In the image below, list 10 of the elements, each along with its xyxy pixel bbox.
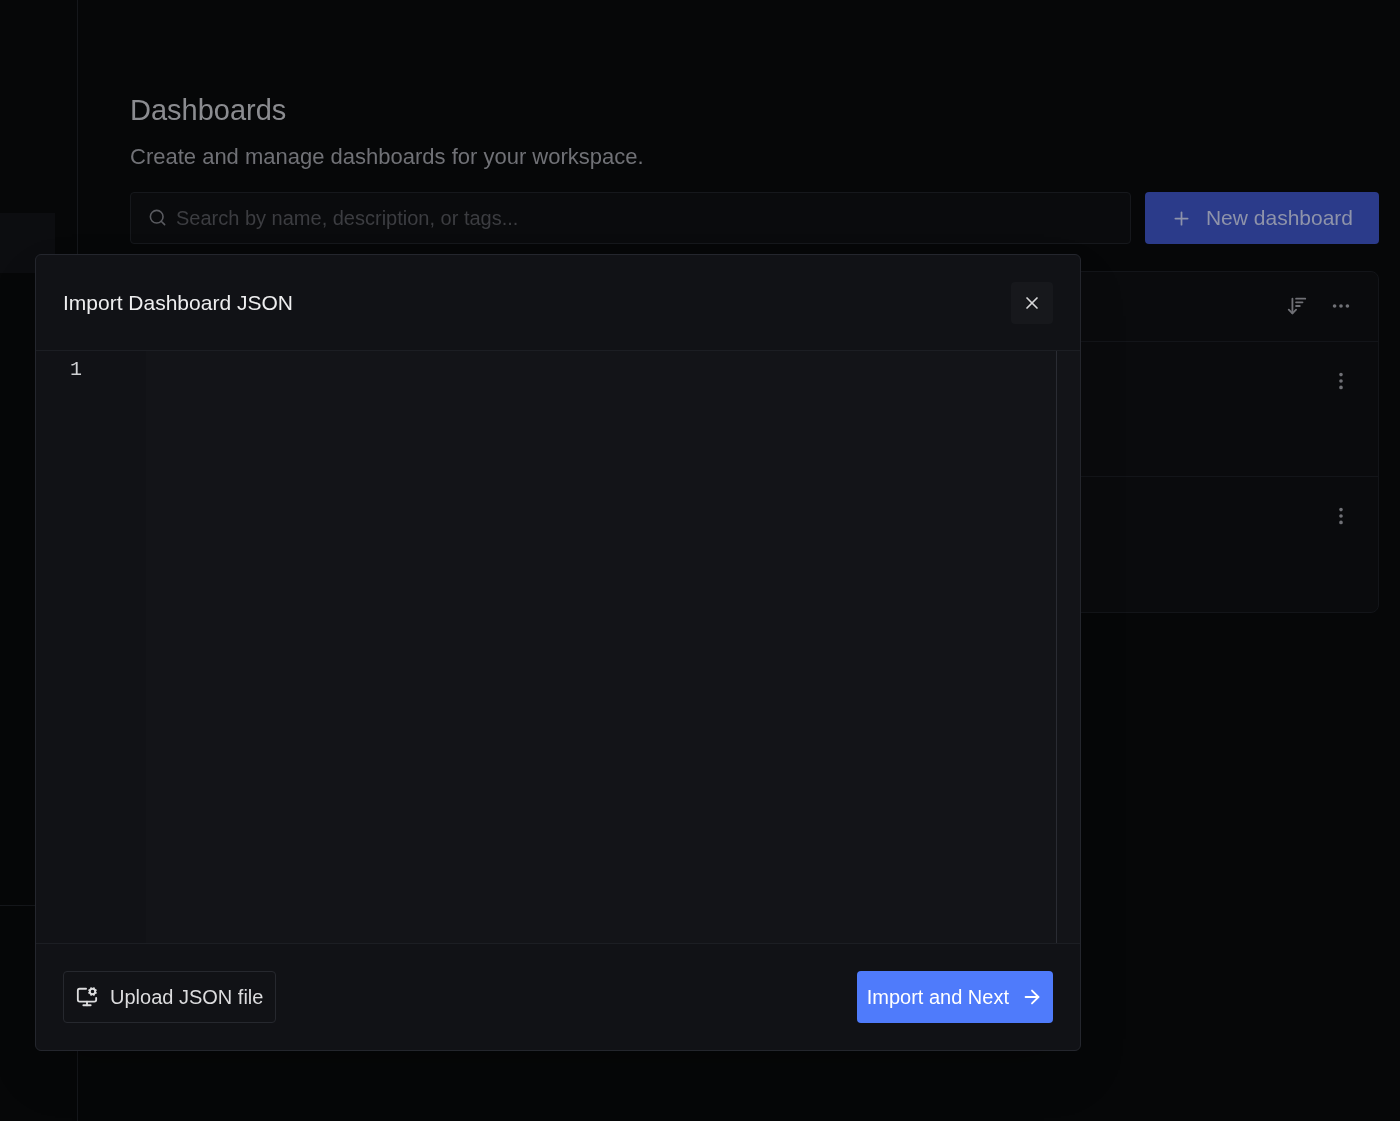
monitor-icon [76, 986, 98, 1008]
upload-json-button[interactable]: Upload JSON file [63, 971, 277, 1023]
search-icon [148, 208, 167, 227]
dialog-title: Import Dashboard JSON [63, 289, 293, 316]
page-title: Dashboards [130, 93, 288, 128]
import-and-next-button[interactable]: Import and Next [856, 971, 1053, 1023]
line-number: 1 [70, 357, 82, 383]
json-editor[interactable]: 1 [36, 351, 1080, 943]
close-button[interactable] [1011, 281, 1053, 324]
page-subtitle: Create and manage dashboards for your workspace. [130, 143, 645, 171]
